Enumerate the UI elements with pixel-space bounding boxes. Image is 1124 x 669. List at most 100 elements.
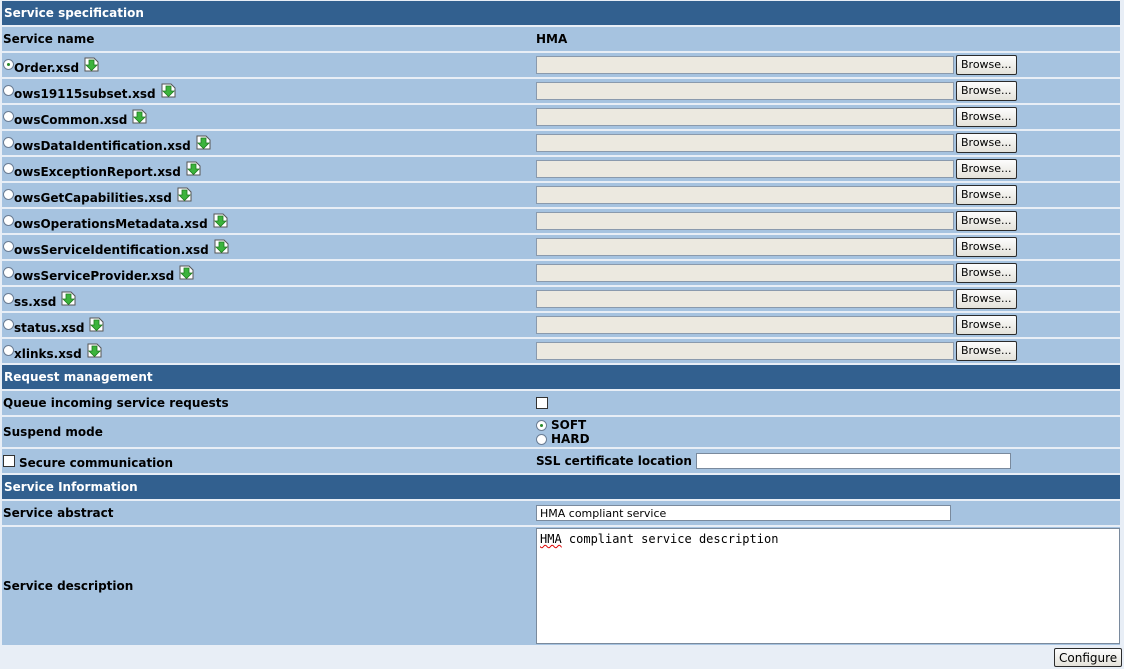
file-path-input[interactable] [536,108,954,126]
download-icon[interactable] [161,83,176,98]
schema-file-name: owsServiceProvider.xsd [14,269,175,283]
section-header-service-information: Service Information [2,475,1120,499]
schema-file-row: owsExceptionReport.xsd Browse... [2,157,1120,181]
file-path-input[interactable] [536,82,954,100]
download-icon[interactable] [84,57,99,72]
download-icon[interactable] [177,187,192,202]
schema-file-name: status.xsd [14,321,85,335]
schema-file-row: owsServiceIdentification.xsd Browse... [2,235,1120,259]
schema-file-name: owsExceptionReport.xsd [14,165,181,179]
suspend-mode-row: Suspend mode SOFT HARD [2,417,1120,447]
schema-file-name: xlinks.xsd [14,347,82,361]
schema-file-row: status.xsd Browse... [2,313,1120,337]
browse-button[interactable]: Browse... [956,289,1017,309]
browse-button[interactable]: Browse... [956,315,1017,335]
secure-label: Secure communication [19,456,174,470]
download-icon[interactable] [213,213,228,228]
description-textarea[interactable]: HMA compliant service description [536,528,1120,644]
download-icon[interactable] [89,317,104,332]
browse-button[interactable]: Browse... [956,159,1017,179]
schema-file-row: owsCommon.xsd Browse... [2,105,1120,129]
schema-file-radio[interactable] [3,84,14,96]
ssl-label: SSL certificate location [536,454,692,468]
description-text: compliant service description [561,532,779,546]
schema-file-name: owsOperationsMetadata.xsd [14,217,208,231]
file-path-input[interactable] [536,238,954,256]
config-form: Service specification Service name HMA O… [2,1,1120,647]
suspend-soft-label: SOFT [551,418,587,432]
file-path-input[interactable] [536,290,954,308]
suspend-option-soft[interactable]: SOFT [536,418,586,432]
abstract-row: Service abstract [2,501,1120,525]
download-icon[interactable] [61,291,76,306]
browse-button[interactable]: Browse... [956,211,1017,231]
schema-file-row: Order.xsd Browse... [2,53,1120,77]
schema-file-row: owsDataIdentification.xsd Browse... [2,131,1120,155]
download-icon[interactable] [196,135,211,150]
file-path-input[interactable] [536,134,954,152]
queue-label: Queue incoming service requests [3,396,229,410]
file-path-input[interactable] [536,212,954,230]
service-name-label: Service name [3,32,95,46]
browse-button[interactable]: Browse... [956,237,1017,257]
file-path-input[interactable] [536,264,954,282]
browse-button[interactable]: Browse... [956,185,1017,205]
schema-file-name: owsGetCapabilities.xsd [14,191,172,205]
schema-file-radio[interactable] [3,214,14,226]
section-header-service-specification: Service specification [2,1,1120,25]
ssl-location-input[interactable] [695,453,1011,469]
file-path-input[interactable] [536,186,954,204]
schema-file-radio[interactable] [3,344,14,356]
schema-file-radio[interactable] [3,240,14,252]
file-path-input[interactable] [536,160,954,178]
download-icon[interactable] [87,343,102,358]
schema-file-name: owsCommon.xsd [14,113,128,127]
description-spellcheck-word: HMA [540,532,562,546]
schema-file-radio[interactable] [3,58,14,70]
secure-row: Secure communication SSL certificate loc… [2,449,1120,473]
schema-file-name: owsServiceIdentification.xsd [14,243,209,257]
schema-file-radio[interactable] [3,318,14,330]
description-row: Service description HMA compliant servic… [2,527,1120,645]
secure-checkbox[interactable] [3,455,15,467]
queue-row: Queue incoming service requests [2,391,1120,415]
section-header-request-management: Request management [2,365,1120,389]
file-path-input[interactable] [536,56,954,74]
schema-file-radio[interactable] [3,292,14,304]
schema-file-row: ss.xsd Browse... [2,287,1120,311]
suspend-hard-radio[interactable] [536,433,547,445]
download-icon[interactable] [132,109,147,124]
browse-button[interactable]: Browse... [956,133,1017,153]
schema-file-row: ows19115subset.xsd Browse... [2,79,1120,103]
suspend-mode-label: Suspend mode [3,425,103,439]
suspend-hard-label: HARD [551,432,590,446]
file-path-input[interactable] [536,316,954,334]
schema-file-radio[interactable] [3,136,14,148]
service-name-value: HMA [536,32,568,46]
download-icon[interactable] [186,161,201,176]
browse-button[interactable]: Browse... [956,81,1017,101]
download-icon[interactable] [179,265,194,280]
schema-file-name: ss.xsd [14,295,57,309]
browse-button[interactable]: Browse... [956,55,1017,75]
schema-file-radio[interactable] [3,266,14,278]
browse-button[interactable]: Browse... [956,341,1017,361]
queue-checkbox[interactable] [536,397,548,409]
browse-button[interactable]: Browse... [956,107,1017,127]
description-label: Service description [3,579,134,593]
suspend-option-hard[interactable]: HARD [536,432,590,446]
schema-file-radio[interactable] [3,188,14,200]
schema-file-row: owsGetCapabilities.xsd Browse... [2,183,1120,207]
file-path-input[interactable] [536,342,954,360]
schema-file-row: owsOperationsMetadata.xsd Browse... [2,209,1120,233]
schema-file-row: xlinks.xsd Browse... [2,339,1120,363]
download-icon[interactable] [214,239,229,254]
schema-file-name: ows19115subset.xsd [14,87,156,101]
abstract-input[interactable] [536,505,951,521]
browse-button[interactable]: Browse... [956,263,1017,283]
configure-button[interactable]: Configure [1054,648,1123,667]
schema-file-radio[interactable] [3,110,14,122]
schema-file-radio[interactable] [3,162,14,174]
schema-file-name: owsDataIdentification.xsd [14,139,191,153]
suspend-soft-radio[interactable] [536,419,547,431]
